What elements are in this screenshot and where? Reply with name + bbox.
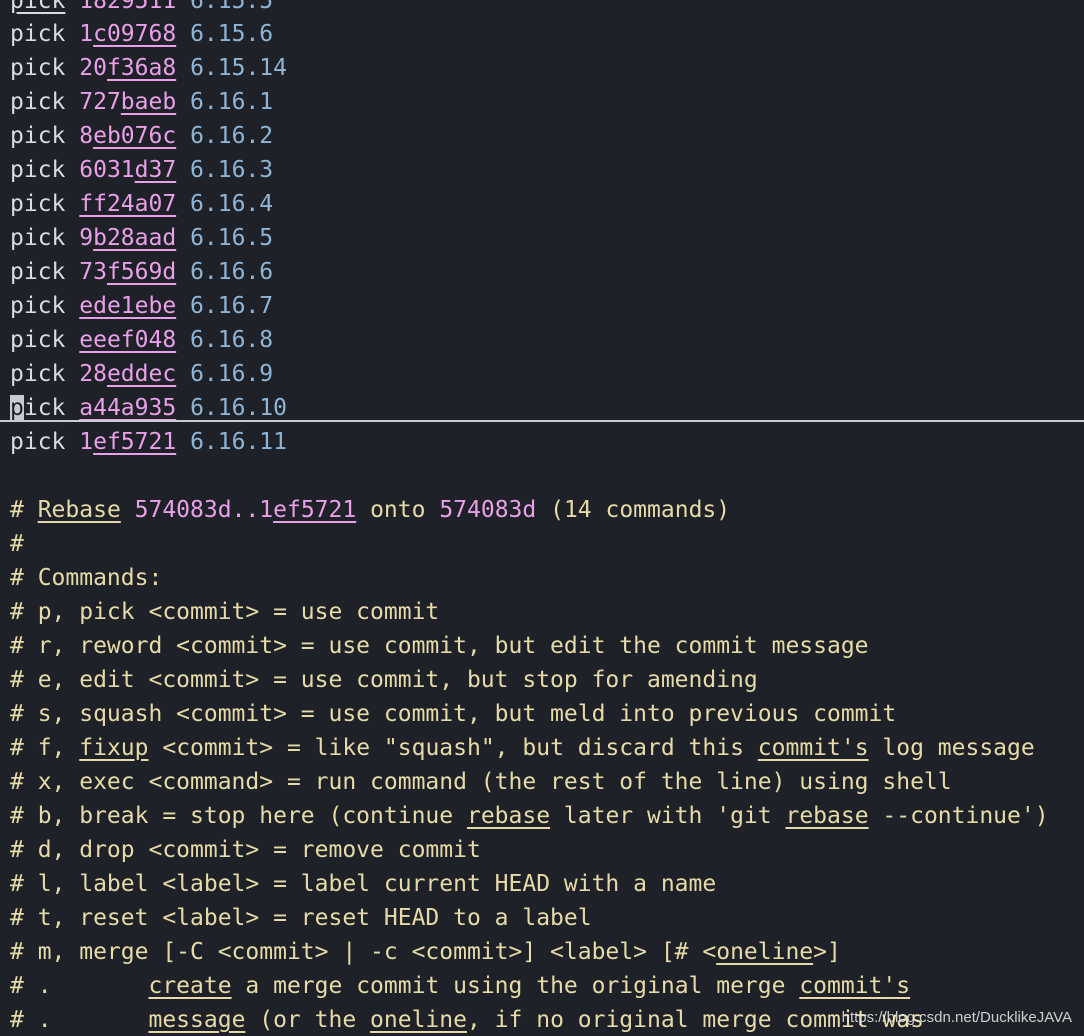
commit-hash-underlined: f36a8 xyxy=(106,55,177,81)
pick-command: pick xyxy=(10,89,66,115)
commit-hash-prefix: 20 xyxy=(79,55,107,81)
comment-line[interactable]: # Commands: xyxy=(10,561,162,595)
comment-line[interactable]: # m, merge [-C <commit> | -c <commit>] <… xyxy=(10,935,841,969)
version-label: 6.16.6 xyxy=(190,259,274,285)
version-label: 6.16.4 xyxy=(190,191,274,217)
commit-hash-prefix: 1 xyxy=(79,21,94,47)
cursor-line-divider xyxy=(0,420,1084,422)
text-cursor: p xyxy=(10,395,24,421)
commit-hash-underlined: baeb xyxy=(120,89,177,115)
pick-line[interactable]: pick ff24a07 6.16.4 xyxy=(10,187,273,221)
pick-line[interactable]: pick 73f569d 6.16.6 xyxy=(10,255,273,289)
commit-hash-prefix: 28 xyxy=(79,361,107,387)
pick-line[interactable]: pick ede1ebe 6.16.7 xyxy=(10,289,273,323)
version-label: 6.16.9 xyxy=(190,361,274,387)
clipped-line: pick 1829511 6.15.5 xyxy=(10,0,274,14)
pick-command: pick xyxy=(10,55,66,81)
version-label: 6.15.14 xyxy=(190,55,287,81)
pick-command: pick xyxy=(10,225,66,251)
commit-hash-prefix: 1 xyxy=(79,429,94,455)
comment-line[interactable]: # f, fixup <commit> = like "squash", but… xyxy=(10,731,1035,765)
version-label: 6.16.10 xyxy=(190,395,287,421)
comment-line[interactable]: # p, pick <commit> = use commit xyxy=(10,595,439,629)
pick-command: pick xyxy=(10,429,66,455)
commit-hash-prefix: 8 xyxy=(79,123,94,149)
comment-line[interactable]: # s, squash <commit> = use commit, but m… xyxy=(10,697,896,731)
version-label: 6.16.7 xyxy=(190,293,274,319)
comment-line[interactable]: # e, edit <commit> = use commit, but sto… xyxy=(10,663,758,697)
version-label: 6.15.6 xyxy=(190,21,274,47)
rebase-word: Rebase xyxy=(37,497,121,523)
version-label: 6.16.8 xyxy=(190,327,274,353)
comment-line[interactable]: # r, reword <commit> = use commit, but e… xyxy=(10,629,869,663)
comment-line[interactable]: # b, break = stop here (continue rebase … xyxy=(10,799,1049,833)
commit-hash-underlined: b28aad xyxy=(93,225,177,251)
watermark: https://blog.csdn.net/DucklikeJAVA xyxy=(841,1009,1072,1026)
pick-line[interactable]: pick 1c09768 6.15.6 xyxy=(10,17,273,51)
editor-buffer[interactable]: pick 1829511 6.15.5 pick 1c09768 6.15.6 p… xyxy=(0,0,1084,1036)
commit-hash-underlined: f569d xyxy=(106,259,177,285)
commit-hash-prefix: 6031 xyxy=(79,157,135,183)
commit-hash-underlined: eeef048 xyxy=(79,327,177,353)
pick-command: pick xyxy=(10,259,66,285)
rebase-header-line[interactable]: # Rebase 574083d..1ef5721 onto 574083d (… xyxy=(10,493,730,527)
commit-hash-underlined: a44a935 xyxy=(79,395,177,421)
pick-command: pick xyxy=(10,21,66,47)
commit-hash-prefix: 73 xyxy=(79,259,107,285)
pick-line[interactable]: pick 1ef5721 6.16.11 xyxy=(10,425,287,459)
pick-line[interactable]: pick eeef048 6.16.8 xyxy=(10,323,273,357)
version-label: 6.16.3 xyxy=(190,157,274,183)
pick-command: pick xyxy=(10,157,66,183)
pick-command: pick xyxy=(10,191,66,217)
pick-line[interactable]: pick 28eddec 6.16.9 xyxy=(10,357,273,391)
comment-line[interactable]: # xyxy=(10,527,24,561)
commit-hash-underlined: ede1ebe xyxy=(79,293,177,319)
comment-line[interactable]: # t, reset <label> = reset HEAD to a lab… xyxy=(10,901,592,935)
commit-hash-prefix: 9 xyxy=(79,225,94,251)
commit-hash-underlined: ff24a07 xyxy=(79,191,177,217)
comment-line[interactable]: # l, label <label> = label current HEAD … xyxy=(10,867,716,901)
pick-line[interactable]: pick 8eb076c 6.16.2 xyxy=(10,119,273,153)
pick-line[interactable]: pick 9b28aad 6.16.5 xyxy=(10,221,273,255)
version-label: 6.16.5 xyxy=(190,225,274,251)
commit-hash-underlined: eddec xyxy=(106,361,177,387)
pick-command: ick xyxy=(23,395,66,421)
pick-line[interactable]: pick 6031d37 6.16.3 xyxy=(10,153,273,187)
version-label: 6.16.11 xyxy=(190,429,287,455)
comment-line[interactable]: # d, drop <commit> = remove commit xyxy=(10,833,481,867)
pick-line[interactable]: pick 20f36a8 6.15.14 xyxy=(10,51,287,85)
pick-command: pick xyxy=(10,361,66,387)
pick-line[interactable]: pick 727baeb 6.16.1 xyxy=(10,85,273,119)
version-label: 6.16.2 xyxy=(190,123,274,149)
pick-command: pick xyxy=(10,293,66,319)
version-label: 6.16.1 xyxy=(190,89,274,115)
comment-line[interactable]: # . message (or the oneline, if no origi… xyxy=(10,1003,924,1036)
comment-line[interactable]: # . create a merge commit using the orig… xyxy=(10,969,910,1003)
commit-hash-underlined: eb076c xyxy=(93,123,177,149)
commit-hash-underlined: ef5721 xyxy=(93,429,177,455)
commit-hash-prefix: 727 xyxy=(79,89,121,115)
pick-command: pick xyxy=(10,327,66,353)
commit-hash-underlined: c09768 xyxy=(93,21,177,47)
pick-command: pick xyxy=(10,123,66,149)
commit-hash-underlined: d37 xyxy=(134,157,177,183)
comment-line[interactable]: # x, exec <command> = run command (the r… xyxy=(10,765,952,799)
